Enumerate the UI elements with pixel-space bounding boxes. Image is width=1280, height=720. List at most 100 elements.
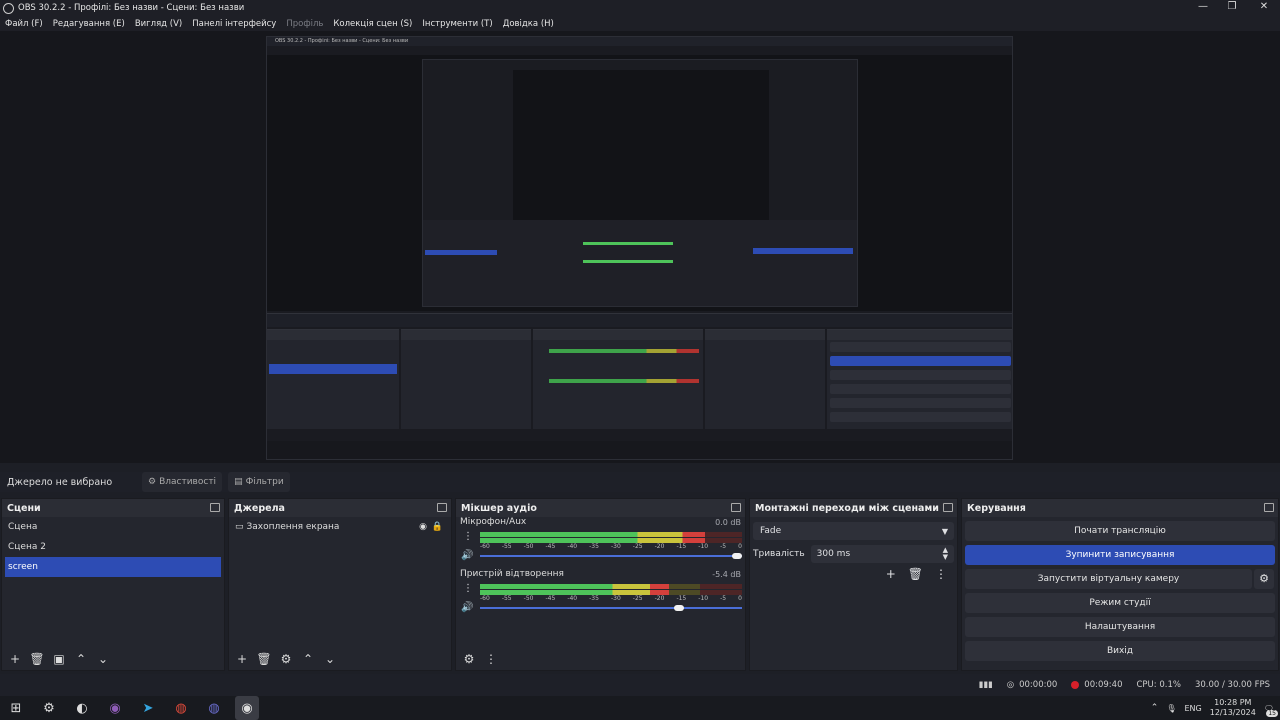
eye-icon[interactable]: ◉ [419,522,427,532]
transition-select[interactable]: Fade ▼ [753,522,954,540]
minimize-button[interactable]: — [1187,0,1219,16]
transition-menu-button[interactable]: ⋮ [935,567,947,581]
meter-fill [480,584,669,589]
app-icon[interactable]: ⚙ [37,696,61,720]
kebab-menu-icon[interactable]: ⋮ [463,583,473,594]
menu-help[interactable]: Довідка (H) [503,19,554,29]
obs-logo-icon [3,2,14,14]
channel-name: Мікрофон/Aux [460,517,527,527]
nested-inner-window [422,59,858,307]
sources-dock: Джерела ▭ Захоплення екрана ◉ 🔒 + 🗑 ⚙ ⌃ … [228,498,452,671]
filters-button[interactable]: ▤ Фільтри [228,472,290,492]
speaker-icon[interactable]: 🔊 [461,550,473,561]
chevron-up-icon[interactable]: ⌃ [1151,703,1159,713]
tick-label: -20 [654,595,665,602]
close-button[interactable]: ✕ [1248,0,1280,16]
speaker-icon[interactable]: 🔊 [461,602,473,613]
add-transition-button[interactable]: + [886,567,896,581]
scene-item[interactable]: Сцена [2,517,224,537]
menu-file[interactable]: Файл (F) [5,19,43,29]
channel-name: Пристрій відтворення [460,569,564,579]
tick-label: -60 [480,543,490,550]
undock-icon[interactable] [731,503,741,512]
menu-docks[interactable]: Панелі інтерфейсу [192,19,276,29]
scene-item[interactable]: Сцена 2 [2,537,224,557]
telegram-icon[interactable]: ➤ [136,696,160,720]
restore-button[interactable]: ❐ [1216,0,1248,16]
button-label: Запустити віртуальну камеру [1037,574,1180,584]
mixer-footer: ⚙ ⋮ [456,648,745,670]
studio-mode-button[interactable]: Режим студії [965,593,1275,613]
settings-button[interactable]: Налаштування [965,617,1275,637]
start-virtual-camera-button[interactable]: Запустити віртуальну камеру ⚙ [965,569,1274,589]
nested-title-bar: OBS 30.2.2 - Профілі: Без назви - Сцени:… [267,37,1012,46]
trash-icon[interactable]: 🗑 [256,652,272,666]
lock-icon[interactable]: 🔒 [432,522,443,532]
undock-icon[interactable] [210,503,220,512]
menu-scene-collection[interactable]: Колекція сцен (S) [333,19,412,29]
preview-screen-capture: OBS 30.2.2 - Профілі: Без назви - Сцени:… [266,36,1013,460]
source-item[interactable]: ▭ Захоплення екрана ◉ 🔒 [229,517,451,537]
undock-icon[interactable] [1264,503,1274,512]
system-tray: ⌃ 🎙 ENG 10:28 PM 12/13/2024 🗨 15 [1151,696,1280,720]
menu-bar: Файл (F) Редагування (E) Вигляд (V) Пане… [0,16,1280,31]
remove-transition-button[interactable]: 🗑 [908,567,923,581]
menu-profile[interactable]: Профіль [286,19,323,29]
language-indicator[interactable]: ENG [1184,704,1201,713]
tick-label: -35 [589,543,599,550]
scenes-header: Сцени [2,499,224,517]
move-up-icon[interactable]: ⌃ [300,652,316,666]
nested-btn-1 [830,342,1011,352]
kebab-menu-icon[interactable]: ⋮ [463,531,473,542]
clock[interactable]: 10:28 PM 12/13/2024 [1210,698,1256,718]
properties-button[interactable]: ⚙ Властивості [142,472,223,492]
scenes-footer: + 🗑 ▣ ⌃ ⌄ [2,648,224,670]
volume-slider[interactable] [480,555,742,557]
tick-label: 0 [738,543,742,550]
move-up-icon[interactable]: ⌃ [73,652,89,666]
viber-icon[interactable]: ◉ [103,696,127,720]
gear-icon[interactable]: ⚙ [1254,569,1274,589]
move-down-icon[interactable]: ⌄ [95,652,111,666]
tick-label: -10 [698,543,709,550]
button-label: Зупинити записування [1065,550,1175,560]
nested-btn-6 [830,412,1011,422]
volume-knob[interactable] [731,553,742,559]
steam-icon[interactable]: ◐ [70,696,94,720]
kebab-menu-icon[interactable]: ⋮ [483,652,499,666]
stop-recording-button[interactable]: Зупинити записування [965,545,1275,565]
scenes-title: Сцени [7,502,41,514]
duration-spinbox[interactable]: 300 ms ▲ ▼ [810,545,954,563]
microphone-icon[interactable]: 🎙 [1166,704,1176,713]
obs-taskbar-icon[interactable]: ◉ [235,696,259,720]
chrome-profile-icon[interactable]: ◍ [202,696,226,720]
nested-btn-2 [830,356,1011,366]
tick-label: -40 [567,543,578,550]
gear-icon[interactable]: ⚙ [461,652,477,666]
menu-edit[interactable]: Редагування (E) [53,19,125,29]
duration-label: Тривалість [753,549,805,559]
add-icon[interactable]: + [7,652,23,666]
tick-label: -15 [676,595,687,602]
scene-item-selected[interactable]: screen [5,557,221,577]
exit-button[interactable]: Вихід [965,641,1275,661]
mixer-header: Мікшер аудіо [456,499,745,517]
channel-db: -5.4 dB [712,570,741,579]
add-icon[interactable]: + [234,652,250,666]
notification-count: 15 [1266,709,1278,717]
filter-icon[interactable]: ▣ [51,652,67,666]
move-down-icon[interactable]: ⌄ [322,652,338,666]
volume-slider[interactable] [480,607,742,609]
windows-start-icon[interactable]: ⊞ [4,696,28,720]
undock-icon[interactable] [437,503,447,512]
start-streaming-button[interactable]: Почати трансляцію [965,521,1275,541]
trash-icon[interactable]: 🗑 [29,652,45,666]
chrome-icon[interactable]: ◍ [169,696,193,720]
undock-icon[interactable] [943,503,953,512]
gear-icon[interactable]: ⚙ [278,652,294,666]
notification-icon[interactable]: 🗨 15 [1264,704,1278,717]
volume-knob[interactable] [674,605,685,611]
menu-tools[interactable]: Інструменти (T) [422,19,492,29]
menu-view[interactable]: Вигляд (V) [135,19,182,29]
audio-mixer-dock: Мікшер аудіо Мікрофон/Aux 0.0 dB ⋮ -60 -5… [455,498,746,671]
